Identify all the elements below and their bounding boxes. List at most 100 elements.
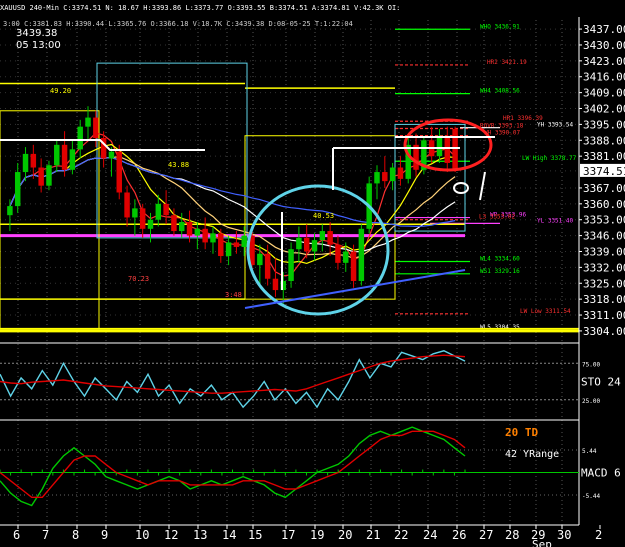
candle-body	[358, 228, 365, 281]
candle-body	[93, 117, 99, 139]
y-tick-label: 3395.00	[583, 118, 625, 131]
candle-body	[132, 208, 138, 218]
last-price-label: 3374.51	[583, 165, 625, 178]
session-boxes	[0, 62, 466, 330]
candle-body	[436, 135, 443, 157]
x-tick-label: 30	[557, 528, 571, 542]
x-tick-label: 2	[595, 528, 602, 542]
annotation-label: 3:48	[225, 291, 242, 299]
candle-body	[30, 153, 37, 168]
x-tick-label: 8	[72, 528, 79, 542]
subline: 3:00 C:3381.83 H:3390.44 L:3365.76 O:336…	[3, 20, 353, 28]
candle-body	[218, 233, 224, 257]
annotation-label: 70.23	[128, 275, 149, 283]
annotation-label: 43.88	[168, 161, 189, 169]
x-tick-label: 7	[42, 528, 49, 542]
x-tick-label: 15	[248, 528, 262, 542]
bar-datetime: 05 13:00	[16, 40, 61, 51]
pivot-label: ROVR 3393.18	[480, 123, 524, 130]
candle-body	[264, 253, 271, 279]
candle-body	[319, 231, 326, 241]
candle-body	[241, 235, 247, 247]
candle-body	[155, 203, 162, 220]
y-tick-label: 3416.00	[583, 71, 625, 84]
pivot-label: WHO 3436.91	[480, 23, 520, 30]
candle-body	[108, 151, 115, 159]
candle-body	[46, 165, 52, 186]
candle-body	[178, 221, 185, 232]
candle-body	[202, 228, 208, 243]
x-tick-label: 14	[222, 528, 236, 542]
y-tick-label: 3381.00	[583, 150, 625, 163]
candle-body	[124, 192, 130, 218]
macd-tick-label: 5.44	[582, 448, 597, 455]
pivot-label: L3 3353.02	[479, 214, 516, 221]
annotation-label: 40.53	[313, 212, 334, 220]
price-chart[interactable]: WHO 3436.91HR2 3421.19WH4 3408.56HR1 339…	[0, 0, 625, 547]
macd-line	[0, 430, 466, 498]
pivot-levels: WHO 3436.91HR2 3421.19WH4 3408.56HR1 339…	[0, 23, 580, 333]
candle-body	[350, 251, 357, 281]
candle-body	[54, 144, 60, 166]
x-tick-label: 12	[164, 528, 178, 542]
y-tick-label: 3409.00	[583, 87, 625, 100]
sto-line	[0, 350, 466, 409]
y-tick-label: 3311.00	[583, 309, 625, 322]
pivot-label: HR2 3421.19	[487, 59, 527, 66]
pivot-label: WL4 3334.60	[480, 255, 520, 262]
stochastic-panel: 75.00 25.00 STO 24	[0, 350, 621, 409]
candle-body	[233, 242, 240, 247]
x-tick-label: 10	[135, 528, 149, 542]
candle-body	[7, 206, 13, 216]
candle-body	[272, 278, 279, 291]
x-tick-label: 26	[452, 528, 466, 542]
price-axis: 3437.00 3430.00 3423.00 3416.00 3409.00 3402.…	[578, 17, 625, 540]
y-tick-label: 3339.00	[583, 245, 625, 258]
x-tick-label: 20	[338, 528, 352, 542]
candle-body	[452, 128, 458, 170]
candle-body	[186, 221, 193, 236]
candle-body	[288, 249, 294, 281]
macd-label: MACD 6	[581, 467, 621, 480]
candle-body	[382, 172, 388, 182]
y-tick-label: 3388.00	[583, 134, 625, 147]
x-tick-label: 28	[505, 528, 519, 542]
candle-body	[343, 251, 349, 263]
y-tick-label: 3430.00	[583, 39, 625, 52]
candle-body	[389, 167, 396, 182]
x-tick-label: 13	[193, 528, 207, 542]
candle-body	[14, 172, 21, 207]
y-tick-label: 3353.00	[583, 214, 625, 227]
candle-body	[147, 219, 154, 229]
y-tick-label: 3325.00	[583, 277, 625, 290]
pivot-label: LW Low 3311.54	[520, 308, 571, 315]
x-tick-label: 21	[366, 528, 380, 542]
y-tick-label: 3332.00	[583, 261, 625, 274]
candle-body	[296, 237, 302, 250]
x-tick-label: 17	[281, 528, 295, 542]
pivot-label: LW High 3378.77	[522, 155, 577, 162]
x-tick-label: 22	[394, 528, 408, 542]
yrange-label: 42 YRange	[505, 449, 559, 460]
sto-label: STO 24	[581, 376, 621, 389]
date-axis: 6 7 8 9 10 12 13 14 15 17 19 20 21 22 24 26 27 28 29 30 2Sep	[0, 524, 602, 547]
y-tick-label: 3304.00	[583, 325, 625, 338]
td-label: 20 TD	[505, 426, 538, 439]
candle-body	[257, 253, 263, 266]
candle-body	[397, 167, 404, 179]
x-tick-label: 19	[310, 528, 324, 542]
x-tick-label: 24	[423, 528, 437, 542]
y-tick-label: 3318.00	[583, 293, 625, 306]
candle-body	[311, 240, 318, 252]
candle-body	[171, 215, 177, 232]
candle-body	[327, 231, 333, 245]
candle-body	[194, 228, 201, 236]
x-tick-label: 6	[13, 528, 20, 542]
candle-body	[77, 126, 83, 150]
candle-body	[116, 151, 122, 193]
candle-body	[85, 117, 91, 127]
pivot-label: YL 3351.40	[537, 217, 574, 224]
last-close: 3439.38	[16, 28, 57, 39]
y-tick-label: 3423.00	[583, 55, 625, 68]
candle-body	[303, 237, 310, 252]
